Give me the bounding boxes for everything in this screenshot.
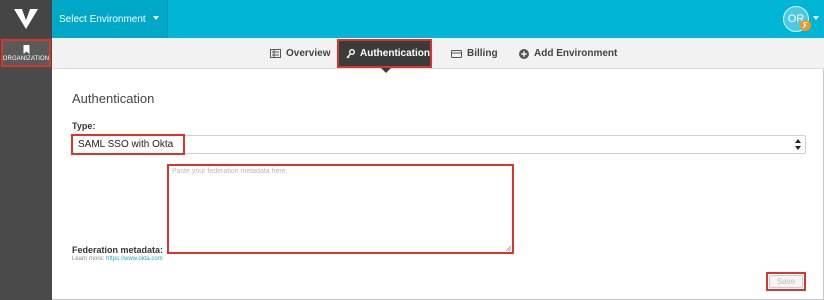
list-icon <box>270 49 281 58</box>
tab-label: Billing <box>467 48 498 59</box>
type-label: Type: <box>72 121 96 131</box>
type-select-value: SAML SSO with Okta <box>71 134 185 155</box>
logo-icon <box>14 9 38 29</box>
main-content: Authentication Type: SAML SSO with Okta … <box>52 69 824 300</box>
card-icon <box>451 49 462 58</box>
tab-label: Authentication <box>360 48 430 59</box>
tab-bar: Overview Authentication Billing Add Envi… <box>52 38 824 73</box>
bookmark-icon <box>23 44 29 54</box>
environment-select[interactable]: Select Environment <box>52 0 168 38</box>
page-title: Authentication <box>72 91 155 106</box>
type-select[interactable]: SAML SSO with Okta <box>71 134 806 155</box>
learn-more: Learn more: https://www.okta.com <box>72 256 163 262</box>
logo[interactable] <box>0 0 52 38</box>
chevron-down-icon <box>813 16 819 20</box>
sidebar: ORGANIZATION <box>0 38 52 300</box>
federation-metadata-box <box>167 164 514 254</box>
tab-overview[interactable]: Overview <box>270 38 330 69</box>
resize-handle-icon[interactable] <box>505 245 511 251</box>
select-arrows-icon <box>795 139 801 150</box>
save-button-highlight: Save <box>766 272 806 291</box>
sidebar-item-organization[interactable]: ORGANIZATION <box>1 39 51 67</box>
sidebar-item-label: ORGANIZATION <box>2 55 50 62</box>
key-icon <box>346 48 355 59</box>
okta-link[interactable]: https://www.okta.com <box>106 256 163 262</box>
tab-authentication[interactable]: Authentication <box>337 39 432 68</box>
tab-add-environment[interactable]: Add Environment <box>519 38 617 69</box>
plus-circle-icon <box>519 48 529 59</box>
environment-select-label: Select Environment <box>59 13 146 25</box>
wrench-icon <box>800 20 811 31</box>
federation-metadata-input[interactable] <box>169 166 512 252</box>
tab-label: Add Environment <box>534 48 618 59</box>
chevron-down-icon <box>153 16 159 20</box>
tab-label: Overview <box>286 48 331 59</box>
top-bar: Select Environment OR <box>0 0 824 38</box>
tab-billing[interactable]: Billing <box>451 38 498 69</box>
federation-metadata-label: Federation metadata: <box>72 245 164 255</box>
learn-more-text: Learn more: <box>72 256 105 262</box>
user-menu[interactable]: OR <box>780 6 819 32</box>
save-button[interactable]: Save <box>769 275 803 288</box>
